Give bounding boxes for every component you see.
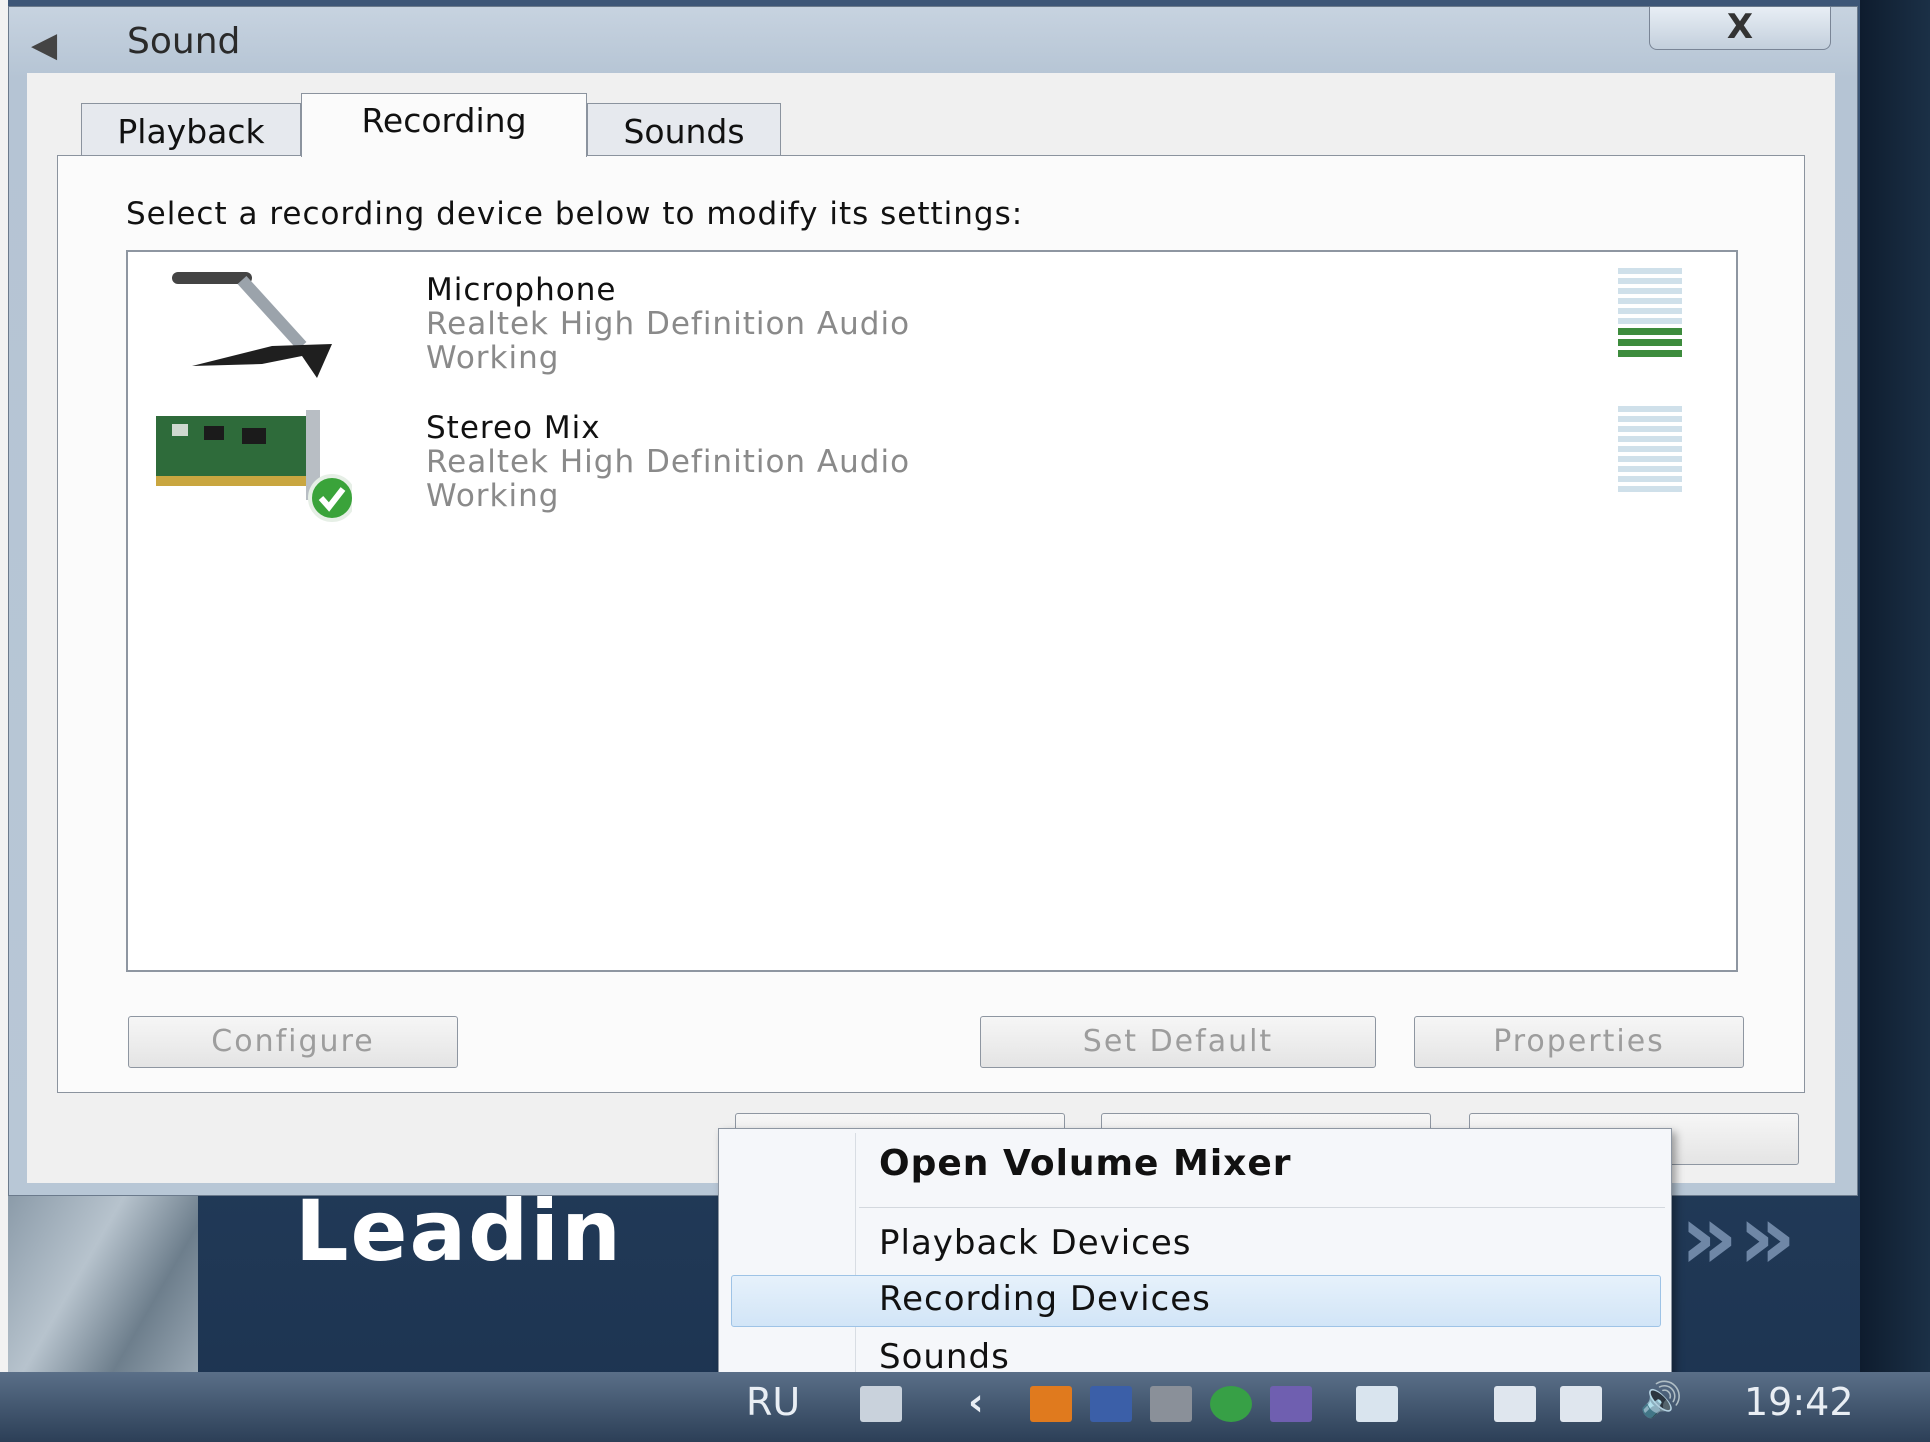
close-button[interactable]: X: [1649, 7, 1831, 50]
device-driver: Realtek High Definition Audio: [426, 444, 911, 480]
meter-segment: [1618, 268, 1682, 274]
window-title: Sound: [127, 21, 241, 62]
device-list[interactable]: Microphone Realtek High Definition Audio…: [126, 250, 1738, 972]
meter-segment: [1618, 308, 1682, 314]
menu-item-sounds[interactable]: Sounds: [879, 1337, 1010, 1377]
menu-separator: [859, 1207, 1665, 1208]
left-edge: [0, 0, 8, 1442]
sound-card-icon: [156, 410, 352, 522]
meter-segment-active: [1618, 339, 1682, 346]
recording-tab-panel: Select a recording device below to modif…: [57, 155, 1805, 1093]
tab-sounds[interactable]: Sounds: [587, 103, 781, 155]
sound-dialog: ◀ Sound X Playback Recording Sounds Sele…: [8, 6, 1858, 1196]
meter-segment: [1618, 456, 1682, 462]
dialog-client-area: Playback Recording Sounds Select a recor…: [27, 73, 1835, 1183]
device-status: Working: [426, 478, 560, 514]
volume-icon[interactable]: 🔊: [1640, 1380, 1682, 1420]
level-meter: [1618, 406, 1682, 510]
menu-item-recording-devices[interactable]: Recording Devices: [879, 1279, 1211, 1319]
meter-segment: [1618, 476, 1682, 482]
meter-segment: [1618, 446, 1682, 452]
network-icon[interactable]: [1560, 1386, 1602, 1422]
microphone-icon: [172, 272, 332, 378]
device-name: Microphone: [426, 272, 617, 308]
desktop-right-strip: [1860, 0, 1930, 1380]
meter-segment: [1618, 298, 1682, 304]
speaker-icon: ◀: [31, 25, 58, 65]
app-tray-icon[interactable]: [1090, 1386, 1132, 1422]
meter-segment: [1618, 406, 1682, 412]
tab-playback[interactable]: Playback: [81, 103, 301, 155]
menu-item-open-volume-mixer[interactable]: Open Volume Mixer: [879, 1143, 1292, 1184]
meter-segment: [1618, 486, 1682, 492]
app-tray-icon[interactable]: [1030, 1386, 1072, 1422]
list-item-microphone[interactable]: Microphone Realtek High Definition Audio…: [128, 258, 1736, 394]
meter-segment: [1618, 426, 1682, 432]
app-tray-icon[interactable]: [1270, 1386, 1312, 1422]
show-hidden-icons-chevron[interactable]: ‹: [968, 1380, 984, 1424]
wallpaper-image: [8, 1190, 198, 1380]
instruction-text: Select a recording device below to modif…: [126, 196, 1024, 232]
meter-segment: [1618, 416, 1682, 422]
taskbar: RU ‹ 🔊 19:42: [0, 1372, 1930, 1442]
meter-segment: [1618, 318, 1682, 324]
app-tray-icon[interactable]: [1150, 1386, 1192, 1422]
device-driver: Realtek High Definition Audio: [426, 306, 911, 342]
configure-button[interactable]: Configure: [128, 1016, 458, 1068]
meter-segment: [1618, 288, 1682, 294]
list-item-stereo-mix[interactable]: Stereo Mix Realtek High Definition Audio…: [128, 396, 1736, 532]
clock[interactable]: 19:42: [1744, 1380, 1854, 1424]
keyboard-icon[interactable]: [860, 1386, 902, 1422]
language-indicator[interactable]: RU: [746, 1380, 800, 1424]
meter-segment-active: [1618, 328, 1682, 335]
meter-segment: [1618, 278, 1682, 284]
level-meter: [1618, 268, 1682, 372]
meter-segment-active: [1618, 350, 1682, 357]
menu-item-playback-devices[interactable]: Playback Devices: [879, 1223, 1192, 1263]
app-tray-icon[interactable]: [1356, 1386, 1398, 1422]
tab-recording[interactable]: Recording: [301, 93, 587, 157]
meter-segment: [1618, 466, 1682, 472]
device-name: Stereo Mix: [426, 410, 601, 446]
title-bar[interactable]: ◀ Sound X: [9, 7, 1857, 75]
wallpaper-banner-text: Leadin: [295, 1182, 623, 1280]
power-icon[interactable]: [1494, 1386, 1536, 1422]
wallpaper-chevrons: »»: [1680, 1185, 1797, 1290]
meter-segment: [1618, 436, 1682, 442]
tray-context-menu: Open Volume Mixer Playback Devices Recor…: [718, 1128, 1672, 1396]
menu-gutter: [855, 1133, 856, 1391]
device-status: Working: [426, 340, 560, 376]
app-tray-icon[interactable]: [1210, 1386, 1252, 1422]
properties-button[interactable]: Properties: [1414, 1016, 1744, 1068]
set-default-button[interactable]: Set Default: [980, 1016, 1376, 1068]
